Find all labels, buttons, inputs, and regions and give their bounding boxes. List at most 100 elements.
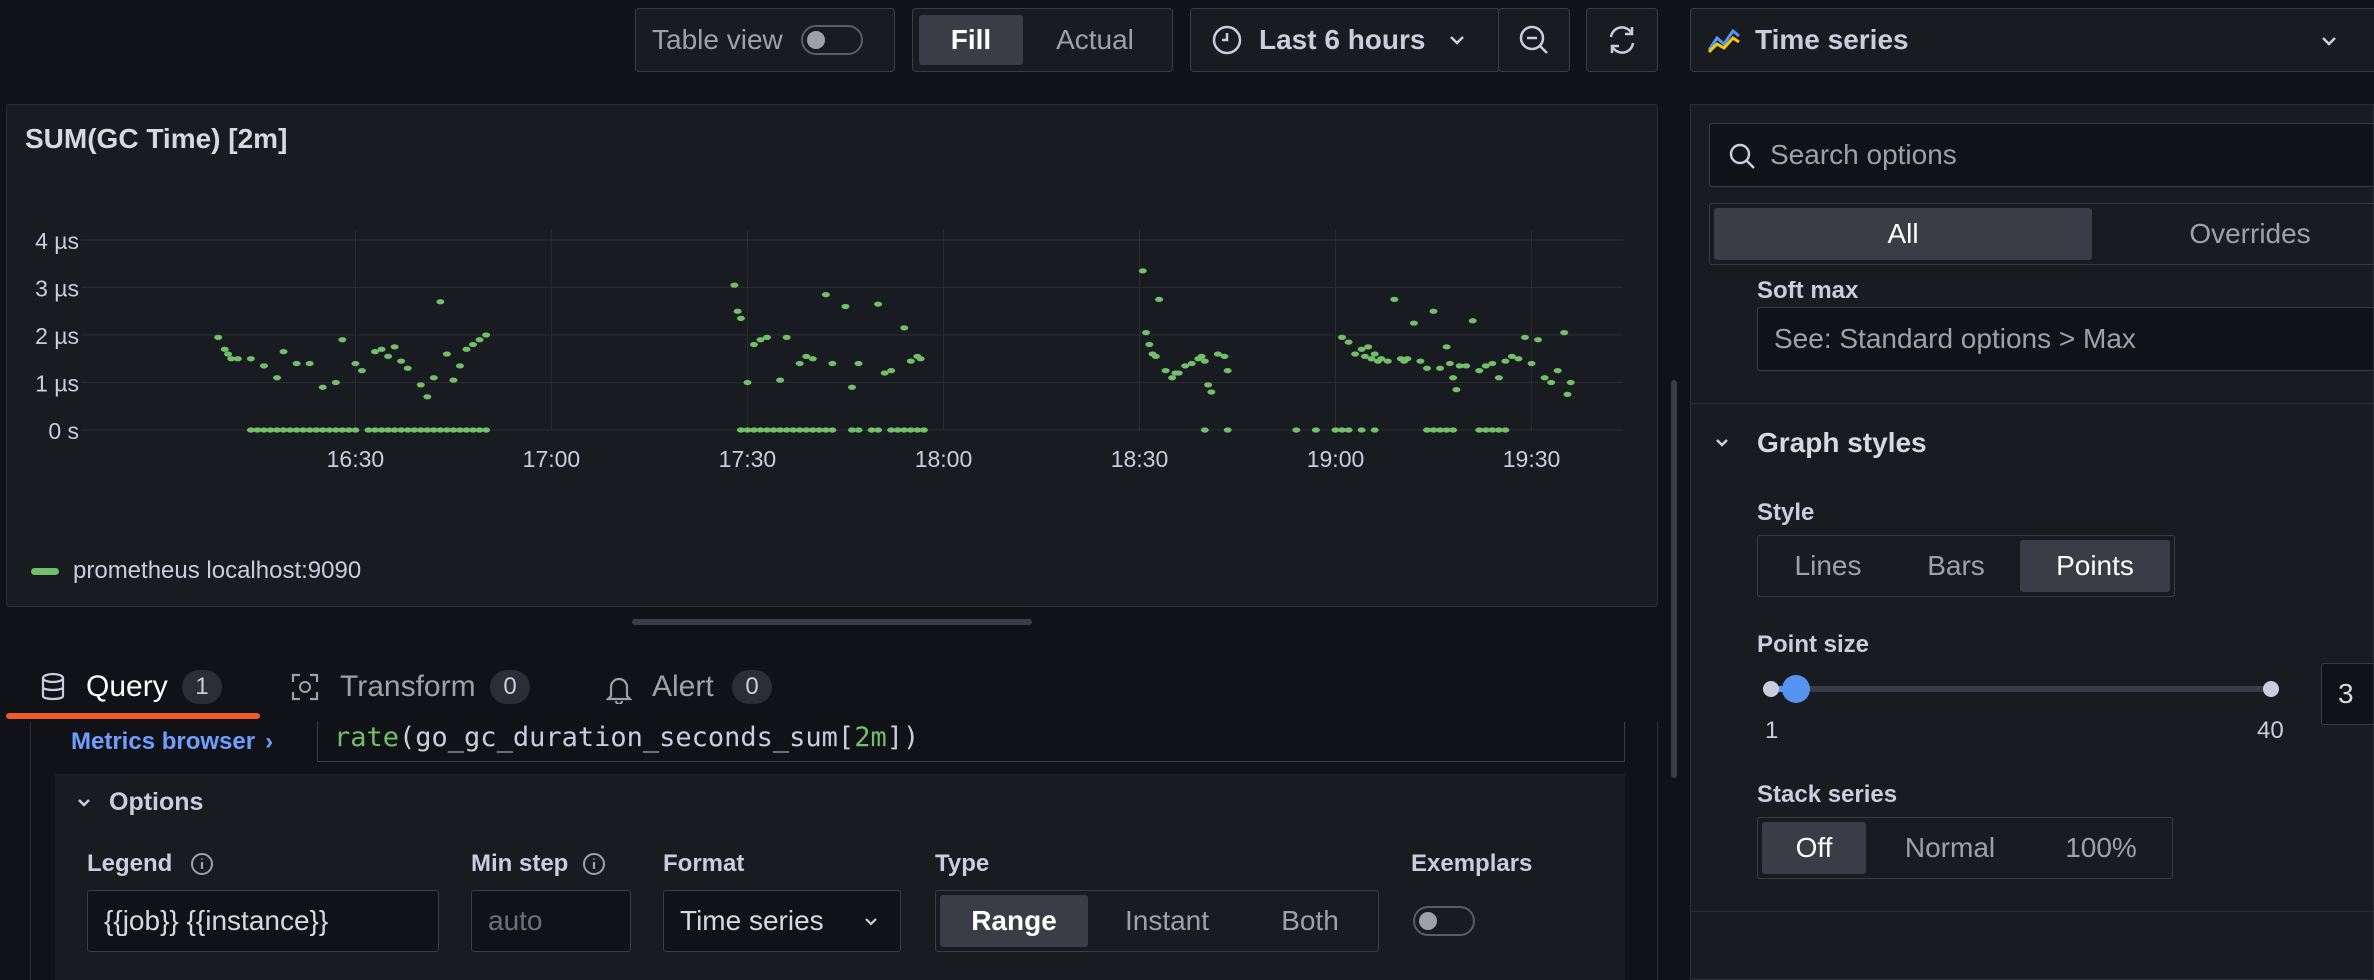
data-point bbox=[1501, 358, 1510, 364]
stack-radio-group: Off Normal 100% bbox=[1757, 817, 2173, 879]
type-option-range[interactable]: Range bbox=[940, 895, 1088, 947]
time-range-picker[interactable]: Last 6 hours bbox=[1190, 8, 1500, 72]
data-point bbox=[887, 368, 896, 374]
data-point bbox=[1520, 334, 1529, 340]
tab-transform[interactable]: Transform 0 bbox=[290, 660, 550, 720]
search-options-input[interactable]: Search options bbox=[1709, 123, 2373, 187]
style-option-points[interactable]: Points bbox=[2020, 540, 2170, 592]
y-tick-label: 1 µs bbox=[35, 371, 79, 397]
data-point bbox=[736, 315, 745, 321]
data-point bbox=[449, 377, 458, 383]
options-label: Options bbox=[109, 788, 204, 816]
style-option-bars[interactable]: Bars bbox=[1896, 540, 2016, 592]
exemplars-field-label: Exemplars bbox=[1411, 850, 1533, 877]
data-point bbox=[821, 292, 830, 298]
stack-option-off[interactable]: Off bbox=[1762, 822, 1866, 874]
soft-max-input[interactable]: See: Standard options > Max bbox=[1757, 307, 2373, 371]
horizontal-splitter[interactable] bbox=[632, 619, 1032, 625]
options-section: Options Legend {{job}} {{instance}} Min … bbox=[55, 774, 1625, 980]
legend-item[interactable]: prometheus localhost:9090 bbox=[31, 557, 361, 585]
metrics-browser-button[interactable]: Metrics browser › bbox=[71, 722, 273, 762]
data-point bbox=[1416, 358, 1425, 364]
tab-alert-count: 0 bbox=[732, 670, 772, 704]
data-point bbox=[259, 363, 268, 369]
actual-option[interactable]: Actual bbox=[1025, 15, 1165, 65]
data-point bbox=[874, 301, 883, 307]
data-point bbox=[1566, 379, 1575, 386]
data-point bbox=[246, 356, 255, 362]
x-tick-label: 17:00 bbox=[523, 446, 581, 472]
options-scroll-area: Soft max See: Standard options > Max Gra… bbox=[1691, 281, 2373, 979]
fill-option[interactable]: Fill bbox=[919, 15, 1023, 65]
stack-option-100[interactable]: 100% bbox=[2034, 822, 2168, 874]
legend-input[interactable]: {{job}} {{instance}} bbox=[87, 890, 439, 952]
chevron-down-icon bbox=[862, 913, 880, 931]
data-point bbox=[1494, 375, 1503, 381]
data-point bbox=[1547, 379, 1556, 386]
format-select[interactable]: Time series bbox=[663, 890, 901, 952]
data-point bbox=[1527, 360, 1536, 367]
transform-icon bbox=[290, 672, 320, 702]
data-point bbox=[1200, 427, 1209, 433]
data-point bbox=[1168, 375, 1177, 381]
tab-query[interactable]: Query 1 bbox=[6, 660, 260, 720]
table-view-toggle[interactable]: Table view bbox=[635, 8, 895, 72]
refresh-button[interactable] bbox=[1586, 8, 1658, 72]
chart-svg: 0 s 1 µs 2 µs 3 µs 4 µs 16:30 17:00 17:30 18:00 1… bbox=[35, 228, 1623, 472]
data-point bbox=[743, 379, 752, 386]
expr-duration: 2m bbox=[854, 722, 887, 753]
options-toggle[interactable]: Options bbox=[75, 788, 203, 817]
data-point bbox=[357, 368, 366, 374]
data-point bbox=[1445, 360, 1454, 367]
style-option-lines[interactable]: Lines bbox=[1762, 540, 1894, 592]
data-point bbox=[782, 334, 791, 340]
data-point bbox=[416, 382, 425, 388]
data-point bbox=[1364, 344, 1373, 350]
data-point bbox=[916, 356, 925, 362]
options-tab-overrides[interactable]: Overrides bbox=[2100, 208, 2373, 260]
type-option-both[interactable]: Both bbox=[1246, 895, 1374, 947]
data-point bbox=[224, 351, 233, 357]
y-tick-label: 3 µs bbox=[35, 276, 79, 302]
fill-actual-toggle: Fill Actual bbox=[912, 8, 1173, 72]
data-point bbox=[1223, 368, 1232, 374]
data-point bbox=[906, 358, 915, 364]
stack-option-normal[interactable]: Normal bbox=[1870, 822, 2030, 874]
visualization-picker[interactable]: Time series bbox=[1690, 8, 2374, 72]
zoom-out-button[interactable] bbox=[1498, 8, 1570, 72]
data-point bbox=[1370, 427, 1379, 433]
table-view-switch[interactable] bbox=[800, 25, 863, 55]
data-point bbox=[1563, 391, 1572, 397]
slider-handle[interactable] bbox=[1782, 675, 1810, 703]
data-point bbox=[848, 384, 856, 390]
options-tab-all[interactable]: All bbox=[1714, 208, 2092, 260]
tab-alert[interactable]: Alert 0 bbox=[604, 660, 794, 720]
exemplars-switch[interactable] bbox=[1413, 906, 1475, 936]
data-point bbox=[1292, 427, 1301, 433]
graph-styles-header[interactable]: Graph styles bbox=[1713, 427, 1927, 459]
data-point bbox=[390, 344, 399, 350]
data-point bbox=[808, 356, 817, 362]
data-point bbox=[305, 360, 314, 367]
time-range-label: Last 6 hours bbox=[1259, 24, 1426, 55]
type-option-instant[interactable]: Instant bbox=[1092, 895, 1242, 947]
data-point bbox=[331, 379, 340, 386]
min-step-field-label: Min step bbox=[471, 850, 606, 878]
data-point bbox=[1357, 427, 1366, 433]
data-point bbox=[900, 325, 909, 331]
data-point bbox=[1560, 330, 1569, 336]
data-point bbox=[273, 375, 282, 381]
data-point bbox=[384, 353, 393, 359]
tab-transform-count: 0 bbox=[490, 670, 530, 704]
table-view-label: Table view bbox=[652, 24, 783, 55]
data-point bbox=[403, 365, 412, 371]
query-expression-input[interactable]: rate (go_gc_duration_seconds_sum[2m]) bbox=[317, 722, 1625, 762]
point-size-slider[interactable] bbox=[1757, 671, 2297, 711]
data-point bbox=[351, 427, 360, 433]
min-step-input[interactable]: auto bbox=[471, 890, 631, 952]
vertical-splitter[interactable] bbox=[1671, 380, 1677, 778]
legend-color-swatch bbox=[31, 567, 59, 575]
database-icon bbox=[40, 672, 66, 702]
point-size-input[interactable]: 3 bbox=[2321, 663, 2373, 725]
data-point bbox=[874, 427, 883, 433]
